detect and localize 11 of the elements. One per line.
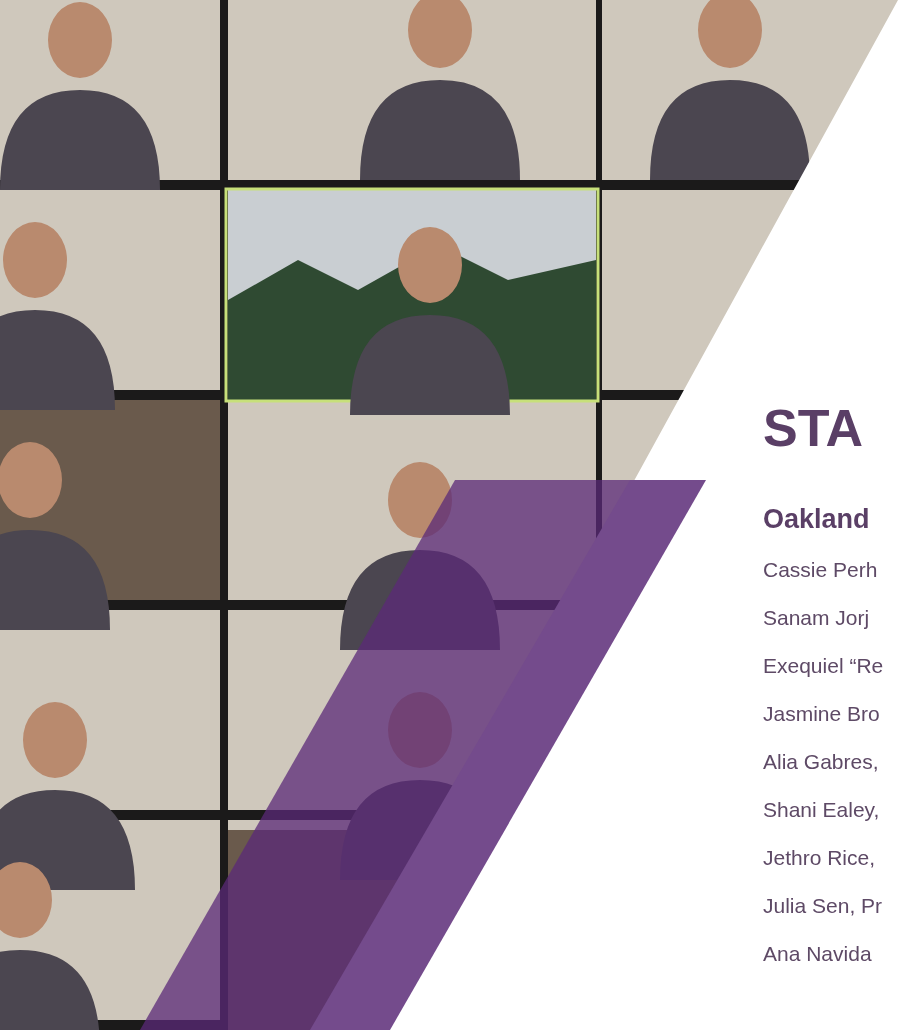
staff-name: Shani Ealey, — [763, 797, 881, 823]
staff-name: Sanam Jorj — [763, 605, 871, 631]
office-heading: Oakland — [763, 503, 871, 536]
staff-name: Julia Sen, Pr — [763, 893, 884, 919]
staff-name: Cassie Perh — [763, 557, 879, 583]
staff-name: Ana Navida — [763, 941, 873, 967]
staff-name: Alia Gabres, — [763, 749, 880, 775]
staff-name: Jethro Rice, — [763, 845, 877, 871]
staff-name: Exequiel “Re — [763, 653, 885, 679]
section-heading: STA — [763, 398, 865, 459]
staff-name: Jasmine Bro — [763, 701, 881, 727]
